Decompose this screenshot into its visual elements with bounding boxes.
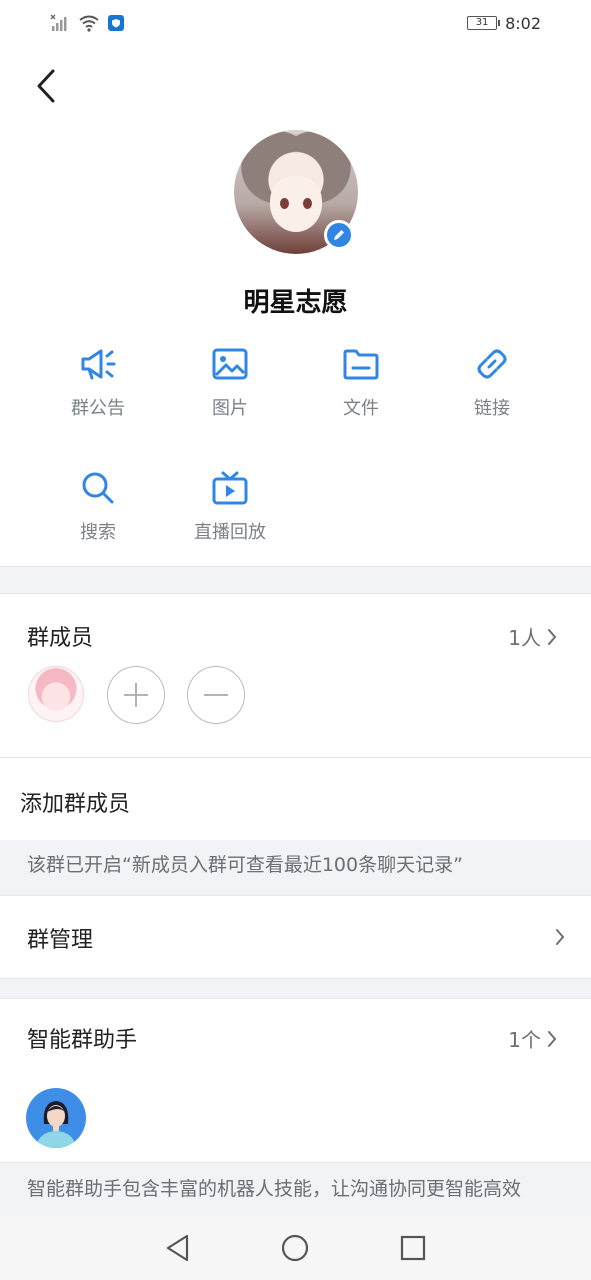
minus-icon — [204, 694, 228, 696]
megaphone-icon — [78, 344, 118, 384]
member-avatar[interactable] — [28, 666, 84, 722]
feature-label: 群公告 — [71, 398, 125, 419]
add-member-row[interactable]: 添加群成员 — [20, 786, 130, 818]
avatar-face — [270, 176, 322, 232]
vpn-icon — [108, 15, 124, 31]
status-bar: 31 8:02 — [0, 0, 591, 46]
edit-avatar-button[interactable] — [324, 220, 354, 250]
nav-home-icon[interactable] — [280, 1233, 310, 1263]
feature-live-replay[interactable]: 直播回放 — [170, 468, 290, 558]
feature-announcement[interactable]: 群公告 — [38, 344, 158, 434]
section-divider — [0, 978, 591, 999]
remove-member-circle-button[interactable] — [187, 666, 245, 724]
assistant-count-link[interactable]: 1个 — [508, 1024, 557, 1053]
back-button[interactable] — [28, 64, 64, 108]
feature-label: 直播回放 — [194, 522, 266, 543]
members-count: 1人 — [508, 626, 541, 650]
nav-back-icon[interactable] — [164, 1233, 192, 1263]
chevron-left-icon — [37, 69, 55, 103]
history-notice: 该群已开启“新成员入群可查看最近100条聊天记录” — [0, 840, 591, 896]
members-count-link[interactable]: 1人 — [508, 622, 557, 651]
chevron-right-icon — [556, 929, 565, 945]
clock-time: 8:02 — [505, 13, 541, 33]
assistant-avatar[interactable] — [26, 1088, 86, 1148]
pencil-icon — [334, 230, 344, 240]
group-management-title: 群管理 — [27, 928, 94, 953]
plus-icon — [124, 683, 148, 707]
feature-search[interactable]: 搜索 — [38, 468, 158, 558]
battery-icon: 31 — [467, 16, 501, 30]
feature-files[interactable]: 文件 — [301, 344, 421, 434]
system-nav-bar — [0, 1216, 591, 1280]
feature-images[interactable]: 图片 — [170, 344, 290, 434]
divider — [0, 757, 591, 758]
assistant-figure-icon — [36, 1101, 76, 1148]
feature-label: 文件 — [343, 398, 379, 419]
members-title: 群成员 — [27, 626, 94, 651]
feature-label: 搜索 — [80, 522, 116, 543]
folder-icon — [341, 344, 381, 384]
assistant-title: 智能群助手 — [27, 1028, 138, 1053]
link-icon — [472, 344, 512, 384]
chevron-right-icon — [548, 1030, 557, 1047]
section-divider — [0, 566, 591, 594]
feature-label: 链接 — [474, 398, 510, 419]
add-member-circle-button[interactable] — [107, 666, 165, 724]
group-name: 明星志愿 — [243, 288, 348, 318]
image-icon — [210, 344, 250, 384]
assistant-count: 1个 — [508, 1028, 541, 1052]
status-icons-right: 31 8:02 — [467, 14, 541, 33]
feature-links[interactable]: 链接 — [432, 344, 552, 434]
feature-label: 图片 — [212, 398, 248, 419]
assistant-description: 智能群助手包含丰富的机器人技能，让沟通协同更智能高效 — [0, 1162, 591, 1218]
nav-recents-icon[interactable] — [399, 1234, 427, 1262]
search-icon — [78, 468, 118, 508]
history-notice-text: 该群已开启“新成员入群可查看最近100条聊天记录” — [27, 854, 463, 876]
signal-icon — [50, 14, 67, 31]
wifi-icon — [79, 15, 99, 32]
group-management-row[interactable]: 群管理 — [0, 896, 591, 978]
tv-play-icon — [210, 468, 250, 508]
chevron-right-icon — [548, 628, 557, 645]
status-icons-left — [50, 14, 124, 32]
